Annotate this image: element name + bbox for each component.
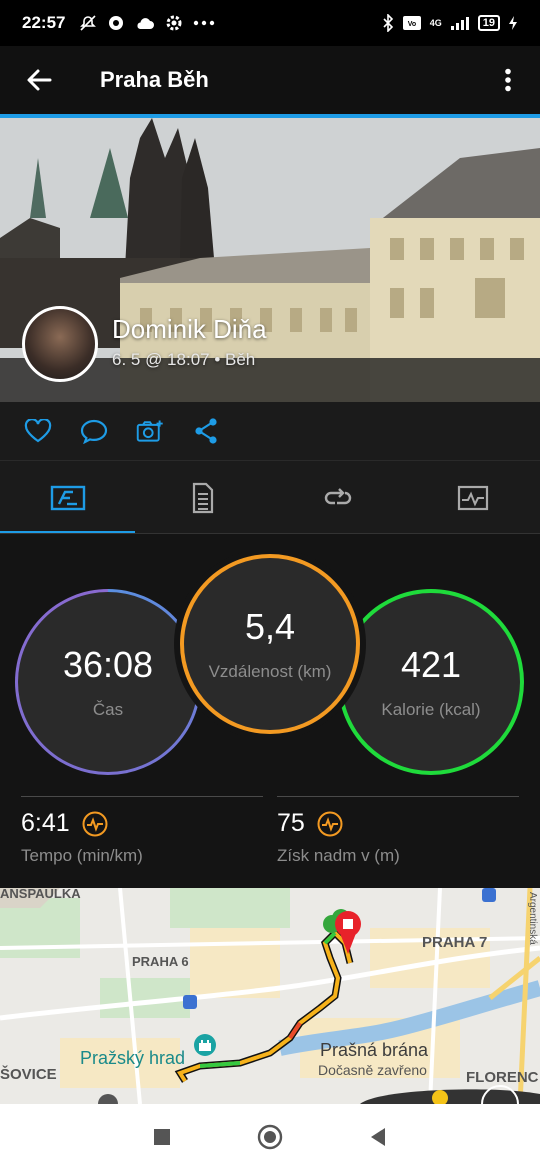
- time-value: 36:08: [62, 644, 154, 685]
- charts-pulse-icon: [457, 485, 488, 510]
- add-photo-icon: [136, 420, 163, 442]
- map-label-prasna-brana: Prašná brána: [320, 1040, 429, 1060]
- do-not-disturb-icon: [80, 15, 97, 31]
- elevation-value: 75: [277, 809, 305, 837]
- elevation-chart-icon[interactable]: [317, 811, 343, 837]
- add-photo-button[interactable]: [136, 417, 164, 445]
- status-time: 22:57: [22, 13, 66, 32]
- comment-icon: [80, 419, 108, 444]
- pace-chart-icon[interactable]: [82, 811, 108, 837]
- tab-charts[interactable]: [405, 461, 540, 534]
- map-label-sovice: ŠOVICE: [0, 1066, 57, 1083]
- details-document-icon: [192, 482, 213, 513]
- pace-value: 6:41: [21, 809, 70, 837]
- distance-value: 5,4: [244, 606, 296, 647]
- map-label-praha6: PRAHA 6: [132, 954, 189, 969]
- app-bar: Praha Běh: [0, 46, 540, 114]
- distance-stat: 5,4 Vzdálenost (km): [184, 558, 356, 730]
- map-label-prazsky-hrad: Pražský hrad: [80, 1048, 186, 1068]
- comment-button[interactable]: [80, 417, 108, 445]
- calories-stat: 421 Kalorie (kcal): [342, 593, 520, 771]
- map-label-argentinska: Argentinská: [527, 892, 538, 945]
- time-stat: 36:08 Čas: [18, 592, 198, 772]
- system-nav-bar: [0, 1104, 540, 1170]
- social-actions: [0, 402, 540, 460]
- overview-flag-icon: [50, 485, 85, 510]
- pace-label: Tempo (min/km): [21, 846, 143, 865]
- map-label-florenc: FLORENC: [466, 1069, 539, 1086]
- home-circle-icon[interactable]: [257, 1124, 283, 1150]
- recents-square-icon[interactable]: [153, 1128, 171, 1146]
- share-icon: [195, 418, 217, 444]
- laps-loop-icon: [324, 487, 351, 504]
- route-map[interactable]: ANSPAULKA PRAHA 6 PRAHA 7 Pražský hrad P…: [0, 888, 540, 1104]
- calories-label: Kalorie (kcal): [381, 700, 481, 719]
- elevation-label: Získ nadm v (m): [277, 846, 400, 865]
- sync-icon: [109, 16, 124, 30]
- map-label-praha7: PRAHA 7: [422, 934, 488, 951]
- more-dots-icon: [194, 20, 215, 26]
- map-label-anspaulka: ANSPAULKA: [0, 888, 81, 901]
- activity-tabs: [0, 460, 540, 534]
- status-right-icons: Vo 4G 19: [382, 14, 518, 32]
- svg-text:Vo: Vo: [408, 21, 416, 28]
- tab-laps[interactable]: [270, 461, 405, 534]
- avatar[interactable]: [22, 306, 98, 382]
- status-bar: 22:57 Vo 4G 19: [0, 0, 540, 46]
- pace-divider: [21, 796, 263, 797]
- cloud-icon: [137, 18, 155, 29]
- pace-metric: 6:41 Tempo (min/km): [21, 796, 263, 866]
- time-label: Čas: [92, 700, 124, 719]
- calories-value: 421: [400, 644, 462, 685]
- elevation-metric: 75 Získ nadm v (m): [277, 796, 519, 866]
- overflow-menu-button[interactable]: [488, 68, 528, 92]
- activity-owner-name[interactable]: Dominik Diňa: [112, 314, 267, 345]
- elevation-divider: [277, 796, 519, 797]
- map-label-docasne-zavreno: Dočasně zavřeno: [318, 1062, 427, 1078]
- volte-icon: Vo: [402, 16, 421, 30]
- map-background: [0, 888, 540, 1104]
- back-button[interactable]: [0, 68, 78, 92]
- stats-panel: 36:08 Čas 421 Kalorie (kcal) 5,4 Vzdálen…: [0, 534, 540, 888]
- page-title: Praha Běh: [100, 67, 209, 92]
- settings-icon: [166, 15, 182, 31]
- more-vert-icon: [505, 68, 511, 92]
- signal-icon: [450, 17, 469, 30]
- activity-meta: 6. 5 @ 18:07 • Běh: [112, 350, 256, 369]
- arrow-back-icon: [27, 69, 52, 91]
- network-type: 4G: [429, 18, 442, 28]
- status-left-icons: [79, 14, 215, 32]
- heart-icon: [24, 419, 52, 443]
- tab-overview[interactable]: [0, 461, 135, 534]
- tab-details[interactable]: [135, 461, 270, 534]
- back-triangle-icon[interactable]: [369, 1127, 387, 1147]
- like-button[interactable]: [24, 417, 52, 445]
- distance-label: Vzdálenost (km): [208, 662, 332, 681]
- share-button[interactable]: [192, 417, 220, 445]
- charging-icon: [509, 16, 517, 30]
- activity-photo[interactable]: Dominik Diňa 6. 5 @ 18:07 • Běh: [0, 118, 540, 402]
- bluetooth-icon: [383, 14, 393, 32]
- battery-indicator: 19: [477, 15, 500, 31]
